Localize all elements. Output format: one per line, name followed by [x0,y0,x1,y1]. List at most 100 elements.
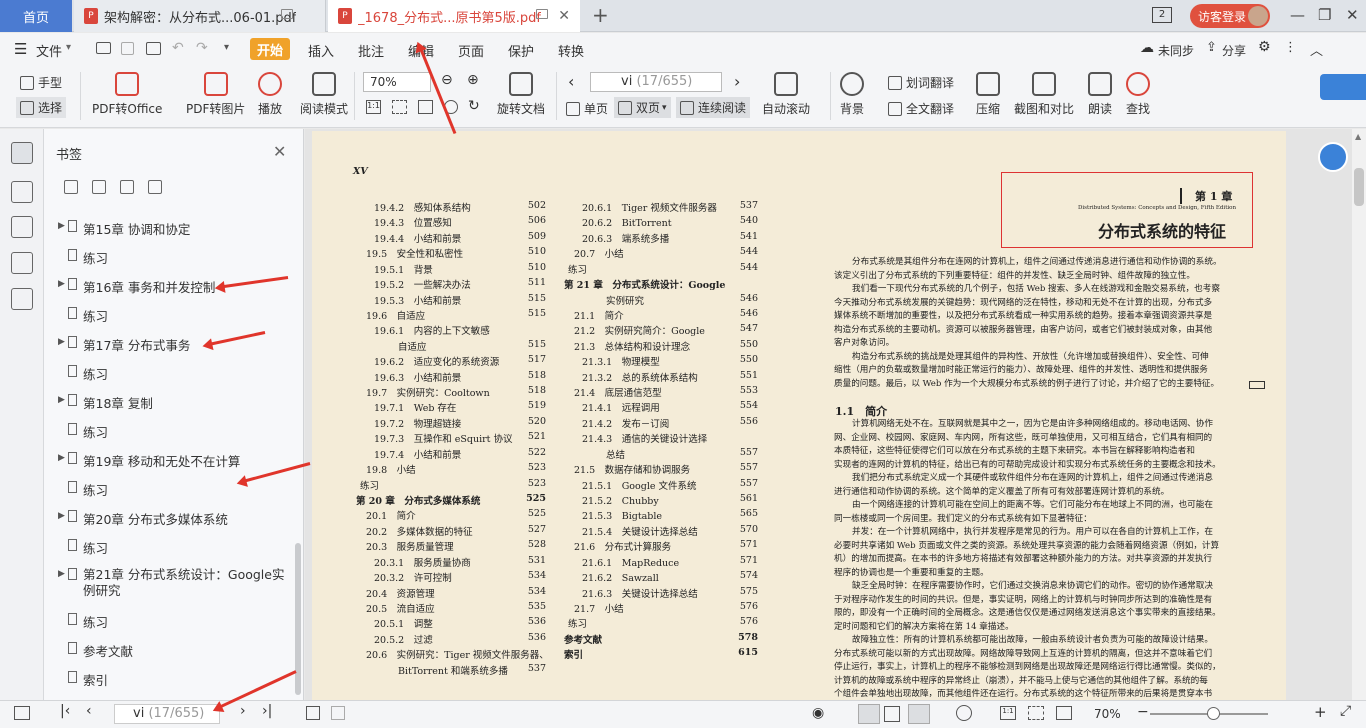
zoom-in-status-icon[interactable]: + [1314,703,1327,721]
expand-arrow-icon[interactable]: ▶ [58,569,68,579]
background-button[interactable]: 背景 [840,72,864,117]
bookmark-item[interactable]: 练习 [68,480,108,499]
expand-arrow-icon[interactable]: ▶ [58,511,68,521]
zoom-in-icon[interactable]: ⊕ [467,72,479,88]
remove-bookmark-icon[interactable] [92,180,106,194]
fit-width-icon[interactable] [418,100,433,114]
scroll-up-icon[interactable]: ▲ [1355,132,1361,141]
bookmark-item[interactable]: 索引 [68,670,108,689]
hamburger-icon[interactable]: ☰ [14,40,27,58]
rotate-document-button[interactable]: 旋转文档 [497,72,545,117]
play-button[interactable]: 播放 [258,72,282,117]
menu-annotate[interactable]: 批注 [358,41,384,60]
menu-protect[interactable]: 保护 [508,41,534,60]
single-view-icon[interactable] [858,704,880,724]
add-bookmark-icon[interactable] [64,180,78,194]
status-page-input[interactable]: vi (17/655) [114,704,220,724]
bookmark-item[interactable]: ▶ 第16章 事务和并发控制 [58,277,215,296]
vertical-scrollbar[interactable] [1352,129,1366,700]
menu-convert[interactable]: 转换 [558,41,584,60]
expand-arrow-icon[interactable]: ▶ [58,453,68,463]
page-number-input[interactable]: vi (17/655) [590,72,722,92]
tab-document-2[interactable]: P _1678_分布式...原书第5版.pdf ✕ [328,0,580,32]
new-tab-button[interactable]: + [592,3,609,27]
bookmark-item[interactable]: ▶ 第19章 移动和无处不在计算 [58,451,240,470]
bookmark-item[interactable]: 练习 [68,612,108,631]
cloud-sync-icon[interactable]: ☁ [1140,40,1154,56]
next-page-icon[interactable]: › [734,72,740,91]
refresh-icon[interactable]: ↻ [468,98,480,114]
bookmark-outline-icon[interactable] [148,180,162,194]
print-icon[interactable] [146,42,161,55]
open-folder-icon[interactable] [96,42,111,54]
previous-page-icon[interactable]: ‹ [568,72,574,91]
fit-page-status-icon[interactable] [1028,706,1044,720]
attachment-icon[interactable] [11,252,33,274]
gear-icon[interactable]: ⚙ [1258,39,1271,55]
single-page-button[interactable]: 单页 [566,100,608,117]
back-icon[interactable] [306,706,320,720]
close-icon[interactable]: ✕ [273,142,286,161]
menu-insert[interactable]: 插入 [308,41,334,60]
bookmark-item[interactable]: ▶ 第17章 分布式事务 [58,335,190,354]
thumbnail-icon[interactable] [11,181,33,203]
comment-icon[interactable] [11,216,33,238]
zoom-select[interactable]: 70% [363,72,431,92]
fit-width-status-icon[interactable] [1056,706,1072,720]
pdf-to-office-button[interactable]: PDF转Office [92,72,162,117]
double-page-button[interactable]: 双页 ▾ [614,97,671,118]
close-window-button[interactable]: ✕ [1346,6,1359,24]
signature-icon[interactable] [11,288,33,310]
float-tool-icon[interactable] [1318,142,1348,172]
zoom-out-icon[interactable]: ⊖ [441,72,453,88]
last-page-icon[interactable]: ›| [262,703,272,719]
actual-size-icon[interactable]: 1:1 [366,100,381,114]
menu-page[interactable]: 页面 [458,41,484,60]
forward-icon[interactable] [331,706,345,720]
bookmark-item[interactable]: 练习 [68,306,108,325]
auto-scroll-button[interactable]: 自动滚动 [762,72,810,117]
eye-icon[interactable]: ◉ [812,705,824,721]
status-zoom-select[interactable]: 70% [1094,707,1121,721]
quick-access-dropdown-icon[interactable]: ▾ [224,42,229,53]
minimize-button[interactable]: — [1290,6,1305,24]
undo-icon[interactable]: ↶ [172,40,184,56]
hand-tool[interactable]: 手型 [20,74,62,91]
bookmark-item[interactable]: 练习 [68,364,108,383]
actual-size-status-icon[interactable]: 1:1 [1000,706,1016,720]
bookmark-item[interactable]: 参考文献 [68,641,133,660]
full-translate-button[interactable]: 全文翻译 [888,100,954,117]
save-icon[interactable] [121,42,134,55]
chevron-down-icon[interactable]: ▾ [66,42,71,53]
close-icon[interactable]: ✕ [558,8,570,24]
more-icon[interactable]: ⋮ [1284,40,1297,55]
read-mode-button[interactable]: 阅读模式 [300,72,348,117]
cloud-app-icon[interactable] [1320,74,1366,100]
bookmark-item[interactable]: ▶ 第20章 分布式多媒体系统 [58,509,228,528]
zoom-out-status-icon[interactable]: − [1137,704,1149,720]
continuous-view-icon[interactable] [884,706,900,722]
share-icon[interactable]: ⇪ [1206,40,1217,55]
first-page-icon[interactable]: |‹ [60,703,70,719]
continuous-read-button[interactable]: 连续阅读 [676,97,751,118]
bookmark-panel-icon[interactable] [11,142,33,164]
word-translate-button[interactable]: 划词翻译 [888,74,954,91]
read-aloud-button[interactable]: 朗读 [1088,72,1112,117]
share-button[interactable]: 分享 [1222,42,1246,59]
compress-button[interactable]: 压缩 [976,72,1000,117]
zoom-slider-knob[interactable] [1207,707,1220,720]
collapse-ribbon-icon[interactable]: ︿ [1310,40,1323,59]
search-button[interactable]: 查找 [1126,72,1150,117]
pdf-to-image-button[interactable]: PDF转图片 [186,72,245,117]
bookmark-item[interactable]: ▶ 第21章 分布式系统设计：Google实 例研究 [58,567,284,599]
login-button[interactable]: 访客登录 [1190,4,1270,28]
sync-status[interactable]: 未同步 [1158,42,1194,59]
file-menu[interactable]: 文件 [36,41,62,60]
bookmark-icon[interactable] [120,180,134,194]
bookmark-item[interactable]: ▶ 第15章 协调和协定 [58,219,190,238]
play-status-icon[interactable] [956,705,972,721]
fullscreen-icon[interactable]: ⤢ [1340,703,1351,719]
prev-page-status-icon[interactable]: ‹ [86,703,92,719]
restore-button[interactable]: ❐ [1318,6,1331,24]
double-view-icon[interactable] [908,704,930,724]
